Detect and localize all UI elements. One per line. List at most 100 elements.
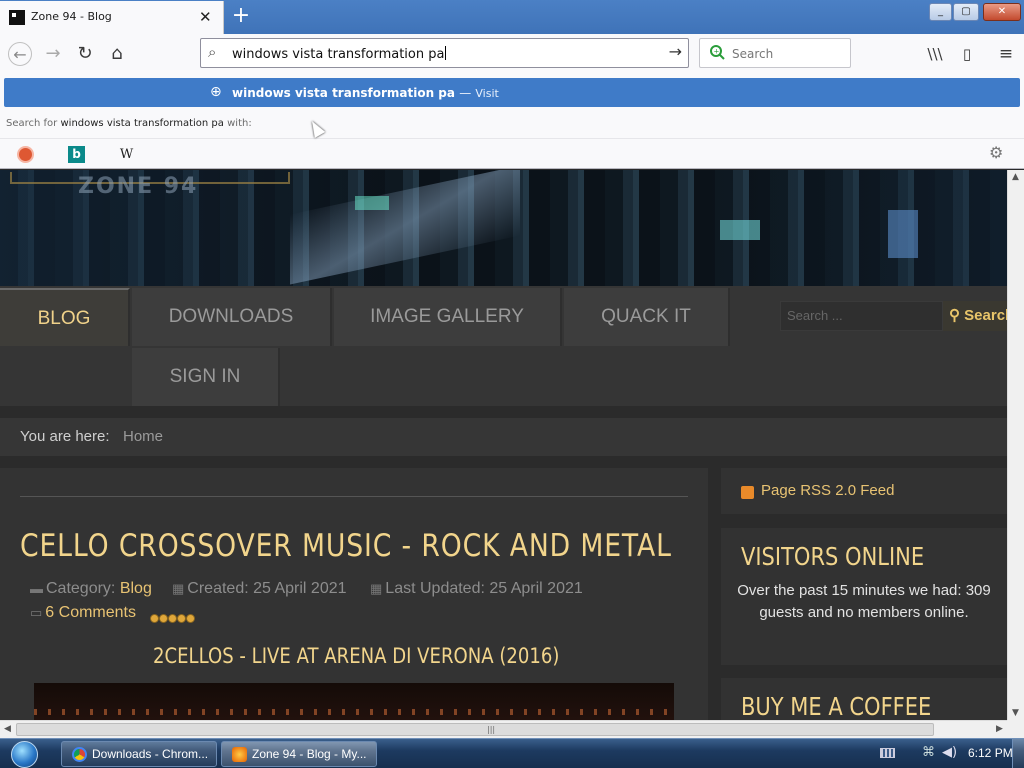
breadcrumb: You are here: Home [0, 418, 1007, 456]
site-search-input[interactable]: Search ... [780, 301, 943, 331]
folder-icon: ▬ [30, 581, 43, 596]
search-icon: ⌕ [208, 43, 217, 61]
maximize-window-button[interactable]: ▢ [953, 3, 979, 21]
library-icon[interactable]: \\\ [923, 42, 947, 66]
rating-star-icon[interactable] [186, 614, 195, 623]
url-suggestion-dropdown: ⊕ windows vista transformation pa — Visi… [0, 74, 1024, 169]
navigation-toolbar: ← → ↻ ⌂ ⌕ windows vista transformation p… [0, 34, 1024, 74]
sidebar-toggle-icon[interactable]: ▯ [955, 42, 979, 66]
visitors-title: VISITORS ONLINE [741, 542, 925, 571]
banner-glow [290, 170, 520, 285]
horizontal-scrollbar[interactable]: ◀ ||| ▶ [0, 720, 1007, 738]
url-input-text[interactable]: windows vista transformation pa [232, 46, 447, 62]
scrollbar-corner [1007, 720, 1024, 738]
start-button[interactable] [6, 740, 46, 768]
scroll-right-arrow-icon[interactable]: ▶ [996, 724, 1003, 734]
site-logo[interactable]: ZONE 94 [78, 174, 198, 199]
bing-engine-icon[interactable]: b [68, 146, 85, 163]
back-button[interactable]: ← [8, 42, 32, 66]
close-window-button[interactable]: ✕ [983, 3, 1021, 21]
calendar-icon: ▦ [370, 581, 383, 596]
article-created-date: ▦ Created: 25 April 2021 [172, 580, 347, 597]
web-page: ZONE 94 BLOG DOWNLOADS IMAGE GALLERY QUA… [0, 170, 1007, 720]
rating-star-icon[interactable] [159, 614, 168, 623]
firefox-icon [232, 747, 247, 762]
breadcrumb-label: You are here: [20, 428, 110, 445]
search-settings-icon[interactable]: ⚙ [989, 143, 1006, 162]
site-main-menu: BLOG DOWNLOADS IMAGE GALLERY QUACK IT SI… [0, 286, 1007, 406]
suggestion-visit-row[interactable]: ⊕ windows vista transformation pa — Visi… [4, 78, 1020, 107]
close-tab-icon[interactable]: ✕ [199, 8, 212, 26]
reload-button[interactable]: ↻ [73, 42, 97, 66]
show-desktop-button[interactable] [1012, 739, 1024, 768]
divider [20, 496, 688, 497]
volume-icon[interactable]: ◀) [942, 745, 957, 760]
category-link[interactable]: Blog [120, 580, 152, 597]
search-engine-icon: + [710, 45, 725, 60]
forward-button[interactable]: → [41, 42, 65, 66]
hamburger-menu-icon[interactable]: ≡ [994, 42, 1018, 66]
rating-star-icon[interactable] [168, 614, 177, 623]
visitors-text: Over the past 15 minutes we had: 309 gue… [737, 582, 991, 621]
windows-taskbar: Downloads - Chrom... Zone 94 - Blog - My… [0, 738, 1024, 768]
search-with-label: Search for windows vista transformation … [6, 118, 252, 129]
buy-coffee-box: BUY ME A COFFEE [721, 678, 1007, 720]
tab-title: Zone 94 - Blog [31, 10, 112, 23]
magnifier-icon: ⚲ [949, 307, 960, 324]
menu-item-sign-in[interactable]: SIGN IN [132, 348, 280, 406]
search-engine-row: b W ⚙ [0, 138, 1024, 169]
taskbar-item-firefox[interactable]: Zone 94 - Blog - My... [221, 741, 377, 767]
svg-text:+: + [714, 48, 720, 56]
calendar-icon: ▦ [172, 581, 185, 596]
menu-item-image-gallery[interactable]: IMAGE GALLERY [334, 288, 562, 346]
search-bar-placeholder: Search [732, 47, 774, 61]
article-title[interactable]: CELLO CROSSOVER MUSIC - ROCK AND METAL [20, 528, 672, 564]
menu-item-blog[interactable]: BLOG [0, 288, 130, 346]
suggestion-text: windows vista transformation pa — Visit [232, 86, 499, 100]
new-tab-button[interactable]: + [230, 3, 252, 29]
globe-icon: ⊕ [210, 84, 222, 100]
minimize-window-button[interactable]: _ [929, 3, 952, 21]
article-category: ▬ Category: Blog [30, 580, 152, 597]
rss-link[interactable]: Page RSS 2.0 Feed [761, 482, 894, 499]
banner-sign [720, 220, 760, 240]
keyboard-layout-icon[interactable] [880, 748, 895, 758]
article-updated-date: ▦ Last Updated: 25 April 2021 [370, 580, 583, 597]
windows-logo-icon [11, 741, 38, 768]
wikipedia-engine-icon[interactable]: W [118, 146, 135, 163]
site-search-button[interactable]: ⚲ Search [943, 301, 1007, 331]
article-comments[interactable]: ▭ 6 Comments [30, 604, 136, 622]
clock[interactable]: 6:12 PM [968, 746, 1013, 760]
rating-star-icon[interactable] [177, 614, 186, 623]
site-banner: ZONE 94 [0, 170, 1007, 286]
tab-zone94-blog[interactable]: Zone 94 - Blog ✕ [0, 1, 224, 34]
rating-stars[interactable] [150, 608, 196, 623]
taskbar-item-chrome[interactable]: Downloads - Chrom... [61, 741, 217, 767]
search-bar[interactable]: + Search [699, 38, 851, 68]
rss-feed-box[interactable]: Page RSS 2.0 Feed [721, 468, 1007, 514]
scroll-left-arrow-icon[interactable]: ◀ [4, 724, 11, 734]
scroll-thumb[interactable]: ||| [16, 723, 934, 736]
banner-screen [888, 210, 918, 258]
site-favicon-icon [9, 10, 25, 25]
menu-item-downloads[interactable]: DOWNLOADS [132, 288, 332, 346]
coffee-title: BUY ME A COFFEE [741, 692, 932, 720]
comment-icon: ▭ [30, 605, 43, 620]
go-arrow-icon[interactable]: → [669, 42, 682, 61]
url-bar[interactable]: ⌕ windows vista transformation pa → [200, 38, 689, 68]
banner-sign [355, 196, 389, 210]
scroll-down-arrow-icon[interactable]: ▼ [1012, 708, 1019, 718]
article-subtitle: 2CELLOS - LIVE AT ARENA DI VERONA (2016) [153, 644, 560, 668]
network-icon[interactable]: ⌘ [922, 745, 938, 761]
home-button[interactable]: ⌂ [105, 42, 129, 66]
breadcrumb-home: Home [123, 428, 164, 445]
rss-icon [741, 486, 754, 499]
vertical-scrollbar[interactable]: ▲ ▼ [1007, 170, 1024, 720]
rating-star-icon[interactable] [150, 614, 159, 623]
embedded-video[interactable] [34, 683, 674, 720]
chrome-icon [72, 747, 87, 762]
scroll-up-arrow-icon[interactable]: ▲ [1012, 172, 1019, 182]
visitors-online-box: VISITORS ONLINE Over the past 15 minutes… [721, 528, 1007, 665]
menu-item-quack-it[interactable]: QUACK IT [564, 288, 730, 346]
duckduckgo-engine-icon[interactable] [17, 146, 34, 163]
